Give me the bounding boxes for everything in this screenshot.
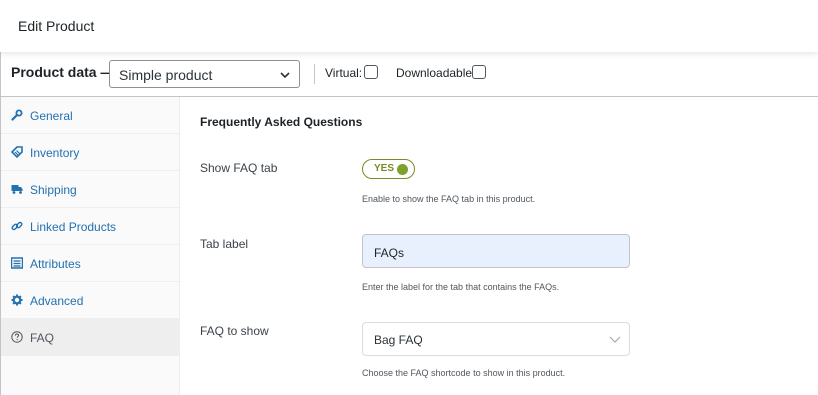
page-title: Edit Product [18, 18, 95, 34]
product-data-label: Product data — [11, 64, 115, 80]
faq-to-show-label: FAQ to show [200, 324, 269, 338]
tab-label-label: Tab label [200, 237, 249, 251]
virtual-label: Virtual: [325, 66, 363, 80]
virtual-checkbox[interactable] [364, 65, 378, 79]
tab-advanced[interactable]: Advanced [1, 282, 180, 319]
show-faq-tab-hint: Enable to show the FAQ tab in this produ… [362, 194, 536, 204]
product-data-panel: Product data — Simple product Virtual: D… [0, 52, 818, 395]
tab-inventory[interactable]: Inventory [1, 134, 180, 171]
tab-label-input[interactable]: FAQs [362, 234, 630, 268]
faq-settings-panel: Frequently Asked Questions Show FAQ tab … [181, 97, 818, 395]
product-data-header: Product data — Simple product Virtual: D… [1, 52, 818, 97]
downloadable-label: Downloadable: [396, 66, 476, 80]
tab-attributes[interactable]: Attributes [1, 245, 180, 282]
tab-general[interactable]: General [1, 97, 180, 134]
tab-linked-products[interactable]: Linked Products [1, 208, 180, 245]
truck-icon [11, 185, 23, 194]
product-type-value: Simple product [119, 67, 213, 83]
chevron-down-icon [280, 72, 290, 79]
header-divider [314, 64, 315, 84]
show-faq-tab-label: Show FAQ tab [200, 161, 278, 175]
downloadable-checkbox[interactable] [472, 65, 486, 79]
tab-faq[interactable]: FAQ [1, 319, 180, 356]
link-icon [11, 221, 23, 231]
tab-label: Inventory [30, 146, 80, 160]
tab-label-hint: Enter the label for the tab that contain… [362, 282, 560, 292]
section-title: Frequently Asked Questions [200, 115, 363, 129]
tab-label-value: FAQs [374, 246, 405, 260]
tab-label: FAQ [30, 331, 55, 345]
faq-to-show-value: Bag FAQ [374, 333, 423, 347]
show-faq-tab-toggle[interactable]: YES [362, 159, 415, 179]
tag-icon [11, 146, 23, 158]
chevron-down-icon [609, 336, 621, 343]
gear-icon [11, 294, 23, 306]
faq-to-show-hint: Choose the FAQ shortcode to show in this… [362, 368, 566, 378]
tab-label: Linked Products [30, 220, 117, 234]
toggle-text: YES [374, 163, 395, 174]
faq-to-show-select[interactable]: Bag FAQ [362, 322, 630, 356]
toggle-knob [397, 164, 408, 175]
question-circle-icon [11, 331, 23, 343]
tab-label: Shipping [30, 183, 77, 197]
tab-label: General [30, 109, 73, 123]
list-icon [11, 257, 23, 269]
tab-label: Attributes [30, 257, 81, 271]
page-header: Edit Product [0, 0, 818, 52]
tab-shipping[interactable]: Shipping [1, 171, 180, 208]
product-type-select[interactable]: Simple product [109, 60, 300, 88]
wrench-icon [11, 109, 23, 121]
product-data-tabs: General Inventory Shipping Linked Produc… [1, 97, 180, 395]
tab-label: Advanced [30, 294, 84, 308]
